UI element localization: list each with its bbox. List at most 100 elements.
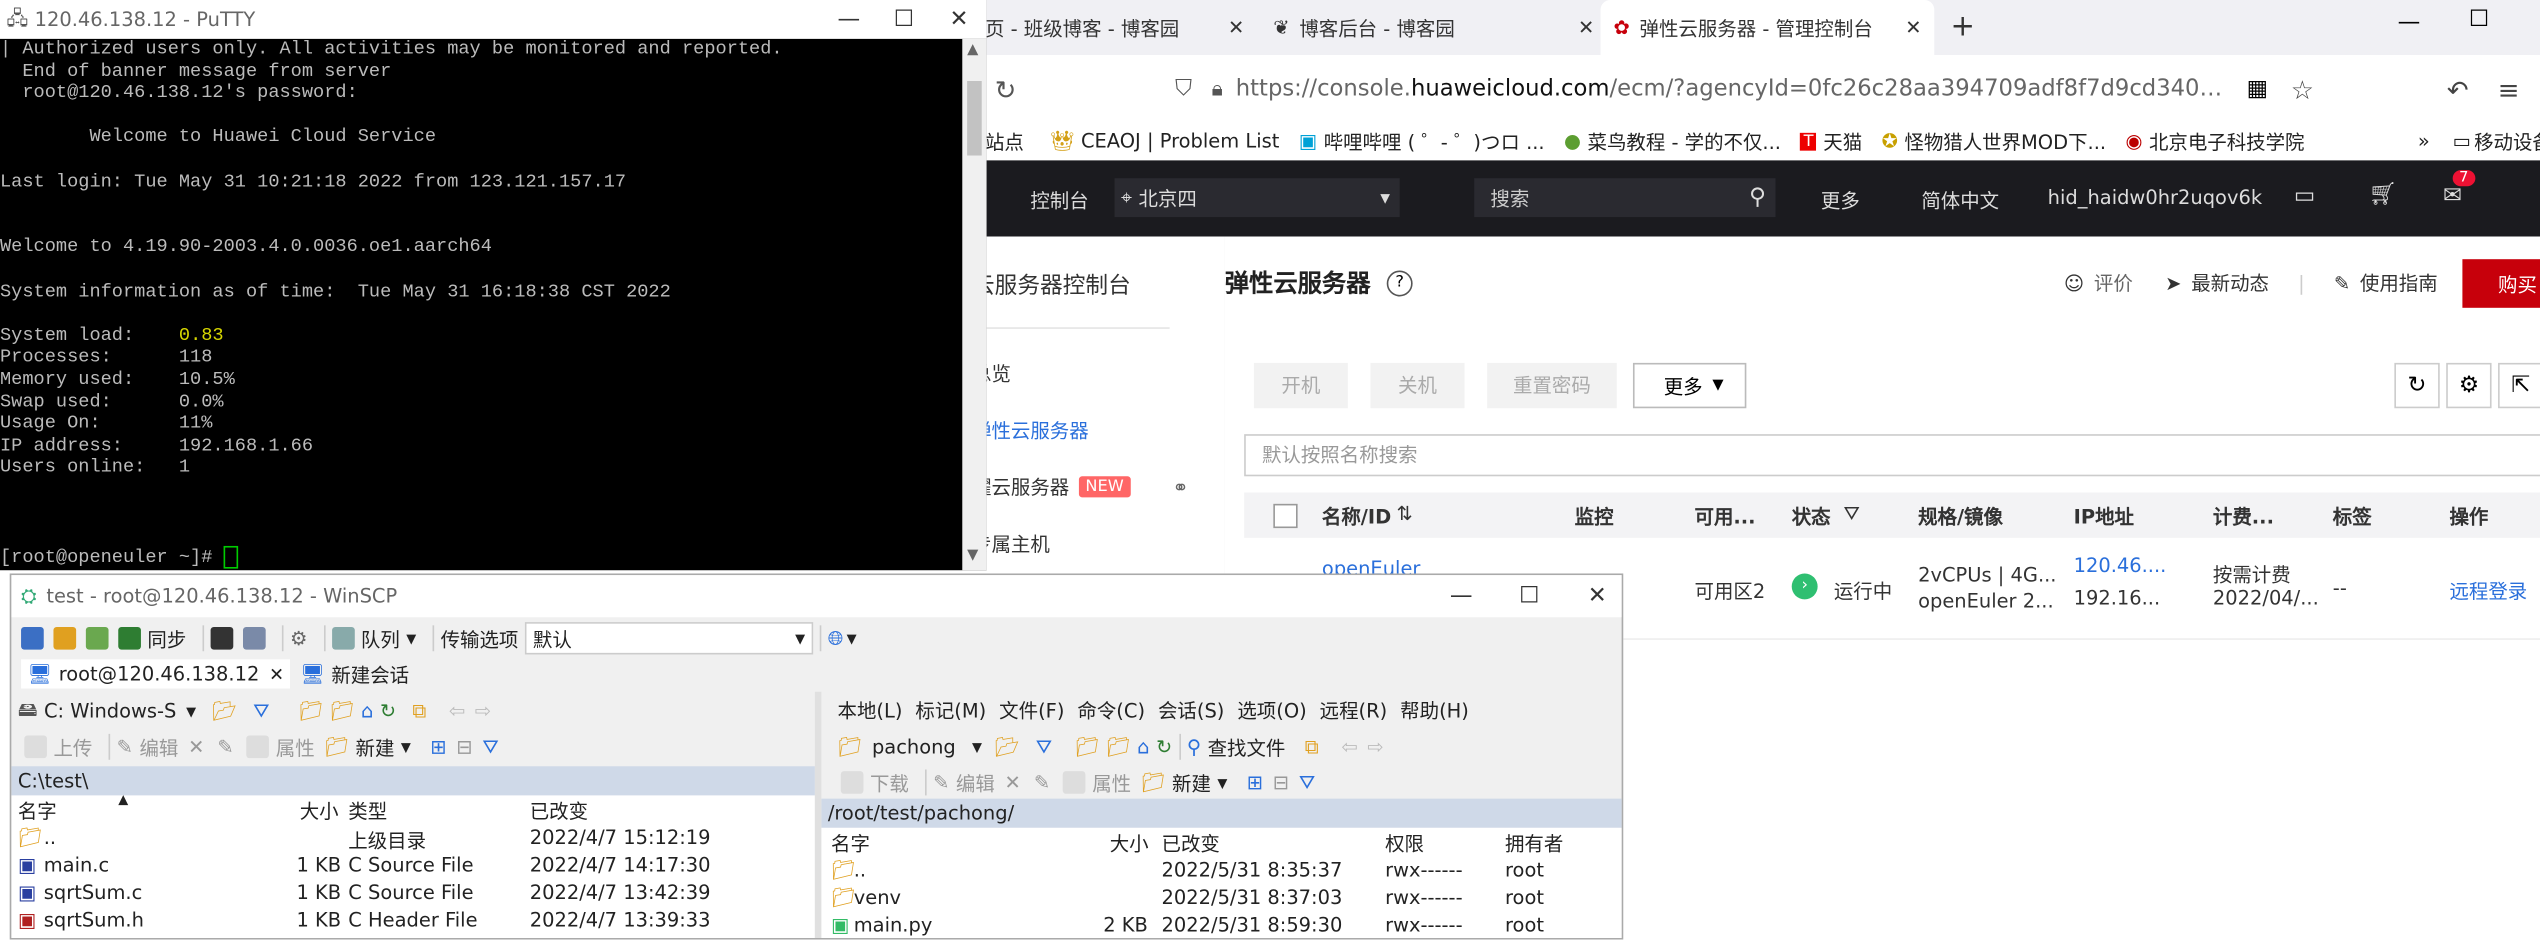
remote-file-row[interactable]: 📁︎ .. 2022/5/31 8:35:37 rwx------ root <box>821 857 1621 885</box>
bookmark-item[interactable]: 移动设备上的书 <box>2474 127 2540 155</box>
reset-password-button[interactable]: 重置密码 <box>1487 362 1617 409</box>
menu-file[interactable]: 文件(F) <box>999 696 1064 724</box>
remote-folder-select[interactable]: 📁︎ pachong ▼ <box>838 735 982 758</box>
back-icon[interactable]: ↶ <box>2447 74 2469 105</box>
nav-language[interactable]: 简体中文 <box>1921 186 1999 214</box>
star-icon[interactable]: ☆ <box>2291 74 2314 105</box>
menu-remote[interactable]: 远程(R) <box>1320 696 1388 724</box>
close-icon[interactable]: ✕ <box>1228 16 1244 39</box>
guide-link[interactable]: 使用指南 <box>2360 269 2438 297</box>
minus-icon[interactable]: ⊟ <box>1273 771 1289 794</box>
menu-options[interactable]: 选项(O) <box>1237 696 1306 724</box>
remote-properties-button[interactable]: 属性 <box>1063 769 1131 797</box>
export-icon[interactable]: ⇱ <box>2498 362 2540 409</box>
back-icon[interactable]: ⇦ <box>449 700 465 723</box>
tab-blog-class[interactable]: 页 - 班级博客 - 博客园 ✕ <box>985 0 1260 55</box>
minimize-icon[interactable]: — <box>2398 10 2421 36</box>
remote-edit-button[interactable]: ✎ 编辑 <box>933 769 995 797</box>
mail-icon[interactable]: ✉ <box>2443 183 2462 209</box>
bookmark-item[interactable]: 北京电子科技学院 <box>2149 127 2305 155</box>
gear-icon[interactable]: ⚙ <box>290 627 307 650</box>
close-icon[interactable]: ✕ <box>1578 16 1594 39</box>
bookmark-item[interactable]: CEAOJ | Problem List <box>1081 130 1279 153</box>
local-file-row[interactable]: ▣ sqrtSum.h 1 KB C Header File 2022/4/7 … <box>11 907 815 935</box>
filter-icon[interactable]: ⛛ <box>253 699 269 723</box>
close-icon[interactable]: ✕ <box>1905 16 1921 39</box>
upload-button[interactable]: 上传 <box>24 733 92 761</box>
session-tab[interactable]: 🖥︎ root@120.46.138.12 ✕ <box>21 659 291 689</box>
menu-local[interactable]: 本地(L) <box>838 696 903 724</box>
menu-session[interactable]: 会话(S) <box>1158 696 1224 724</box>
local-new-button[interactable]: 📁︎ 新建 ▼ <box>324 733 411 761</box>
new-session-tab[interactable]: 🖥︎ 新建会话 <box>300 660 409 688</box>
filter-icon[interactable]: ⛛ <box>1036 735 1052 759</box>
menu-help[interactable]: 帮助(H) <box>1400 696 1469 724</box>
refresh-icon[interactable]: ↻ <box>380 700 396 723</box>
rename-icon[interactable]: ✎ <box>1034 771 1050 794</box>
delete-icon[interactable]: ✕ <box>1005 771 1021 794</box>
close-icon[interactable]: ✕ <box>932 6 987 32</box>
maximize-icon[interactable]: ☐ <box>1502 583 1557 609</box>
qr-icon[interactable]: ▦ <box>2247 76 2268 102</box>
menu-icon[interactable]: ≡ <box>2498 74 2520 105</box>
refresh-icon[interactable]: ↻ <box>2394 362 2440 409</box>
help-icon[interactable]: ? <box>1386 269 1413 296</box>
globe-icon[interactable]: 🌐︎ <box>828 626 844 650</box>
root-folder-icon[interactable]: 📁︎ <box>1106 735 1131 758</box>
console-icon[interactable] <box>210 626 234 650</box>
forward-icon[interactable]: ⇨ <box>1367 735 1383 758</box>
sync-icon[interactable] <box>53 626 77 650</box>
terminal-scrollbar[interactable]: ▲ ▼ <box>962 38 987 571</box>
stop-button[interactable]: 关机 <box>1370 362 1465 409</box>
local-edit-button[interactable]: ✎ 编辑 <box>117 733 179 761</box>
queue-button[interactable]: 队列 ▼ <box>331 625 416 653</box>
nav-more[interactable]: 更多 <box>1821 186 1860 214</box>
maximize-icon[interactable]: ☐ <box>2469 6 2489 32</box>
url-field[interactable]: https://console.huaweicloud.com/ecm/?age… <box>1236 76 2231 102</box>
download-button[interactable]: 下载 <box>840 769 909 797</box>
region-selector[interactable]: ⌖ 北京四 ▾ <box>1114 178 1400 218</box>
terminal-icon[interactable]: ▭ <box>2294 183 2315 209</box>
add-icon[interactable]: ⊞ <box>1247 771 1263 794</box>
select-all-checkbox[interactable] <box>1273 503 1298 529</box>
delete-icon[interactable]: ✕ <box>188 735 204 758</box>
back-icon[interactable]: ⇦ <box>1341 735 1357 758</box>
bookmark-item[interactable]: 哔哩哔哩 ( ゜- ゜)つロ ... <box>1324 127 1545 155</box>
menu-mark[interactable]: 标记(M) <box>915 696 986 724</box>
sidebar-item-ecs[interactable]: 弹性云服务器 <box>972 416 1089 444</box>
rename-icon[interactable]: ✎ <box>217 735 233 758</box>
home-icon[interactable]: ⌂ <box>1137 735 1149 758</box>
scroll-down-icon[interactable]: ▼ <box>967 548 978 564</box>
nav-user[interactable]: hid_haidw0hr2uqov6k <box>2048 186 2262 209</box>
chevron-right-icon[interactable]: » <box>2418 130 2430 153</box>
new-tab-icon[interactable]: + <box>1950 10 1974 44</box>
parent-folder-icon[interactable]: 📁︎ <box>299 700 324 723</box>
transfer-select[interactable]: 默认 ▼ <box>524 622 814 655</box>
local-properties-button[interactable]: 属性 <box>246 733 315 761</box>
terminal-output[interactable]: | Authorized users only. All activities … <box>0 39 962 570</box>
parent-folder-icon[interactable]: 📁︎ <box>1075 735 1100 758</box>
root-folder-icon[interactable]: 📁︎ <box>330 700 355 723</box>
rate-link[interactable]: 评价 <box>2094 269 2133 297</box>
news-link[interactable]: 最新动态 <box>2191 269 2269 297</box>
minimize-icon[interactable]: — <box>1434 583 1489 609</box>
buy-button[interactable]: 购买 <box>2462 259 2540 308</box>
tab-huawei-console[interactable]: ✿ 弹性云服务器 - 管理控制台 ✕ <box>1600 0 1935 56</box>
maximize-icon[interactable]: ☐ <box>876 6 931 32</box>
remote-file-row[interactable]: ▣ main.py 2 KB 2022/5/31 8:59:30 rwx----… <box>821 912 1621 938</box>
gear-icon[interactable]: ⚙ <box>2446 362 2492 409</box>
remote-new-button[interactable]: 📁︎ 新建 ▼ <box>1141 769 1228 797</box>
remote-login-link[interactable]: 远程登录 <box>2449 577 2527 605</box>
tab-blog-admin[interactable]: ❦ 博客后台 - 博客园 ✕ <box>1273 0 1597 55</box>
close-icon[interactable]: ✕ <box>269 663 284 684</box>
putty-open-icon[interactable] <box>243 626 266 650</box>
bookmark-item[interactable]: 菜鸟教程 - 学的不仅... <box>1588 127 1781 155</box>
more-button[interactable]: 更多 ▼ <box>1632 362 1747 409</box>
find-files-button[interactable]: ⚲ 查找文件 <box>1187 733 1286 761</box>
drive-select[interactable]: 🖴︎ C: Windows-S ▼ <box>18 694 196 728</box>
folder-open-icon[interactable]: 📂︎ <box>212 700 237 723</box>
compare-dirs-icon[interactable]: ⧉ <box>1305 735 1319 759</box>
cart-icon[interactable]: 🛒︎ <box>2368 181 2397 207</box>
local-file-row[interactable]: 📁︎ .. 上级目录 2022/4/7 15:12:19 <box>11 825 815 852</box>
link-icon[interactable]: ⚭ <box>1172 475 1188 498</box>
